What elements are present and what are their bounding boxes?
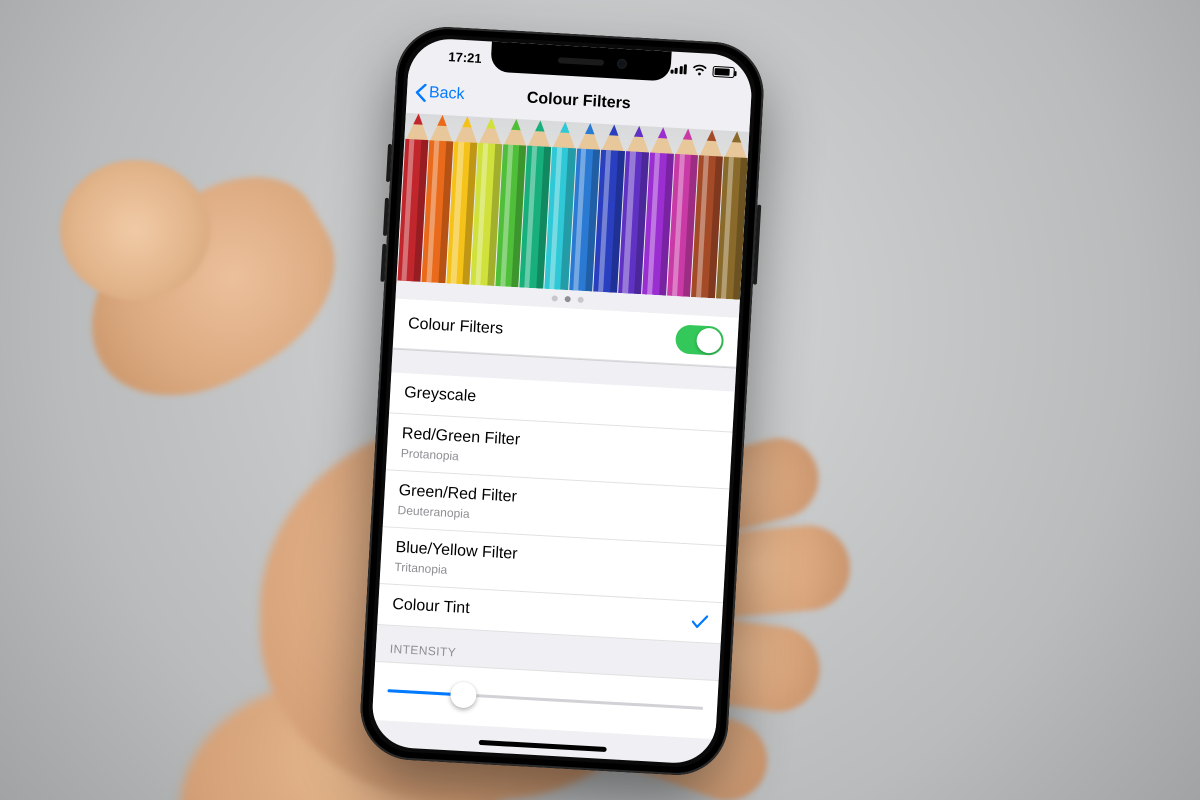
colour-sample-hero[interactable] — [396, 113, 749, 300]
speaker-grille — [558, 57, 604, 66]
settings-list: Colour Filters GreyscaleRed/Green Filter… — [370, 299, 738, 766]
back-button[interactable]: Back — [414, 83, 465, 104]
filter-title: Greyscale — [404, 383, 477, 407]
cellular-signal-icon — [670, 64, 687, 75]
screen: 17:21 Back Colour Filt — [370, 37, 753, 765]
toggle-switch[interactable] — [675, 324, 725, 356]
page-dot[interactable] — [565, 296, 571, 302]
filter-title: Colour Tint — [392, 595, 470, 619]
checkmark-icon — [691, 615, 708, 630]
battery-icon — [712, 65, 735, 77]
page-dot[interactable] — [578, 297, 584, 303]
toggle-label: Colour Filters — [408, 314, 504, 339]
status-time: 17:21 — [435, 48, 496, 66]
wifi-icon — [691, 64, 708, 77]
phone-frame: 17:21 Back Colour Filt — [358, 24, 766, 777]
chevron-left-icon — [414, 83, 427, 102]
back-label: Back — [428, 84, 465, 104]
page-title: Colour Filters — [526, 90, 631, 114]
slider-thumb[interactable] — [450, 681, 477, 708]
intensity-slider[interactable] — [387, 677, 704, 723]
front-camera — [617, 59, 628, 70]
page-dot[interactable] — [552, 295, 558, 301]
